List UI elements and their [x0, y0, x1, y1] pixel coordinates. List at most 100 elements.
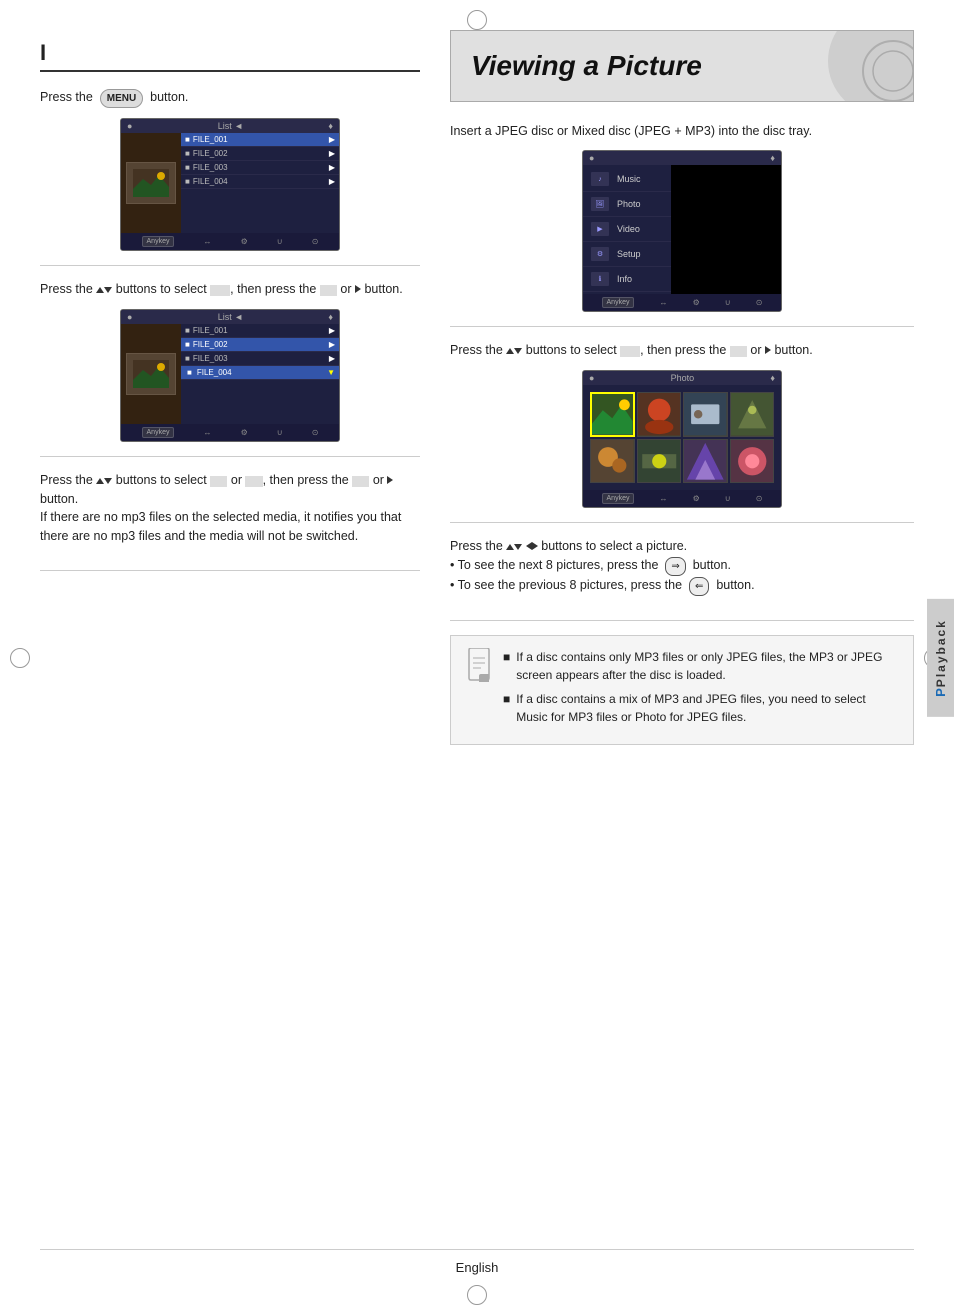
- next-btn: ⇒: [665, 557, 685, 576]
- screen1-file1: ■FILE_001 ▶: [181, 133, 339, 147]
- photo-cell-2: [637, 392, 682, 437]
- cat-item3-icon: ▶: [591, 222, 609, 236]
- photo-cell-8: [730, 439, 775, 484]
- screen2-sym1: ↔: [204, 428, 212, 437]
- cat-item-music: ♪ Music: [583, 167, 671, 192]
- right-arrow: [355, 285, 361, 293]
- rs1-sym3: ∪: [725, 298, 731, 307]
- right-header-box: Viewing a Picture: [450, 30, 914, 102]
- screen2-thumbnail: [126, 353, 176, 395]
- note-text-1: If a disc contains only MP3 files or onl…: [516, 648, 899, 684]
- screen2-file4: ■FILE_004 ▼: [181, 366, 339, 380]
- right-screen1: ● ♦ ♪ Music 🖼 Photo: [582, 150, 782, 312]
- rs2-arrow: ♦: [770, 373, 775, 383]
- screen1-file4: ■FILE_004 ▶: [181, 175, 339, 189]
- rs2-sym2: ⚙: [693, 494, 700, 503]
- sel3-placeholder: [245, 476, 262, 487]
- screen2-topbar: ● List ◄ ♦: [121, 310, 339, 324]
- rs2-icon: ●: [589, 373, 594, 383]
- right-arrow2: [387, 476, 393, 484]
- screen2-arrow: ♦: [328, 312, 333, 322]
- rs1-btn-anykey: Anykey: [602, 297, 635, 308]
- section-heading: I: [40, 40, 420, 72]
- screen1-icon: ●: [127, 121, 132, 131]
- playback-tab-label: Playback: [934, 619, 948, 687]
- left-screen2: ● List ◄ ♦: [120, 309, 340, 442]
- header-decoration: [803, 30, 914, 102]
- sel2-placeholder: [210, 476, 227, 487]
- playback-tab: PPlayback: [927, 599, 954, 717]
- up-arrow: [96, 287, 104, 293]
- cat-item4-icon: ⚙: [591, 247, 609, 261]
- reg-mark-left: [10, 648, 30, 668]
- down-arrow2: [104, 478, 112, 484]
- prev-btn: ⇐: [689, 577, 709, 596]
- right-screen2-grid: [583, 385, 781, 490]
- down-arrow: [104, 287, 112, 293]
- photo-cell-4: [730, 392, 775, 437]
- cat-item3-label: Video: [617, 224, 640, 234]
- rs2-list-label: Photo: [671, 373, 695, 383]
- left-step1-text: Press the MENU button.: [40, 88, 420, 108]
- right-step2-text: Press the buttons to select , then press…: [450, 341, 914, 360]
- screen1-sym1: ↔: [204, 237, 212, 246]
- screen2-file3: ■FILE_003 ▶: [181, 352, 339, 366]
- screen2-sym3: ∪: [277, 428, 283, 437]
- cat-photo-icon: 🖼: [591, 197, 609, 211]
- r2-btn-placeholder: [730, 346, 747, 357]
- left-step1: Press the MENU button. ● List ◄ ♦: [40, 88, 420, 266]
- right-r3: [532, 542, 538, 550]
- cat-item4-label: Setup: [617, 249, 641, 259]
- right-screen2: ● Photo ♦: [582, 370, 782, 508]
- right-step2: Press the buttons to select , then press…: [450, 341, 914, 523]
- left-step1-button: MENU: [100, 89, 143, 108]
- up-r3: [506, 544, 514, 550]
- photo-cell-6: [637, 439, 682, 484]
- right-arrow-r2: [765, 346, 771, 354]
- button-placeholder: [320, 285, 337, 296]
- note-item-2: ■ If a disc contains a mix of MP3 and JP…: [503, 690, 899, 726]
- left-screen1: ● List ◄ ♦: [120, 118, 340, 251]
- rs2-btn-anykey: Anykey: [602, 493, 635, 504]
- r2-sel-placeholder: [620, 346, 640, 357]
- right-screen1-bottombar: Anykey ↔ ⚙ ∪ ⊙: [583, 294, 781, 311]
- rs1-sym2: ⚙: [693, 298, 700, 307]
- up-arrow-r2: [506, 348, 514, 354]
- cat-item-3: ▶ Video: [583, 217, 671, 242]
- cat-item-4: ⚙ Setup: [583, 242, 671, 267]
- cat-item5-icon: ℹ: [591, 272, 609, 286]
- screen2-btn-anykey: Anykey: [142, 427, 175, 438]
- screen1-sym4: ⊙: [312, 237, 319, 246]
- screen1-file3: ■FILE_003 ▶: [181, 161, 339, 175]
- screen1-btn-anykey: Anykey: [142, 236, 175, 247]
- photo-cell-3: [683, 392, 728, 437]
- photo-cell-7: [683, 439, 728, 484]
- rs1-sym4: ⊙: [756, 298, 763, 307]
- screen1-content: ■FILE_001 ▶ ■FILE_002 ▶ ■FILE_003 ▶: [121, 133, 339, 233]
- up-arrow2: [96, 478, 104, 484]
- screen1-topbar: ● List ◄ ♦: [121, 119, 339, 133]
- right-screen1-content: ♪ Music 🖼 Photo ▶ Video: [583, 165, 781, 294]
- selection-placeholder: [210, 285, 230, 296]
- screen2-file1: ■FILE_001 ▶: [181, 324, 339, 338]
- note-bullet-2: ■: [503, 690, 510, 726]
- screen2-bottombar: Anykey ↔ ⚙ ∪ ⊙: [121, 424, 339, 441]
- left-step3: Press the buttons to select or , then pr…: [40, 471, 420, 571]
- cat-item-photo: 🖼 Photo: [583, 192, 671, 217]
- rs1-arrow: ♦: [770, 153, 775, 163]
- right-step3: Press the buttons to select a picture. •…: [450, 537, 914, 621]
- btn2-placeholder: [352, 476, 369, 487]
- page-container: PPlayback I Press the MENU button. ● Lis…: [0, 0, 954, 1315]
- screen1-bottombar: Anykey ↔ ⚙ ∪ ⊙: [121, 233, 339, 250]
- rs2-sym3: ∪: [725, 494, 731, 503]
- right-screen2-bottombar: Anykey ↔ ⚙ ∪ ⊙: [583, 490, 781, 507]
- screen2-content: ■FILE_001 ▶ ■FILE_002 ▶ ■FILE_003 ▶: [121, 324, 339, 424]
- right-step1: Insert a JPEG disc or Mixed disc (JPEG +…: [450, 122, 914, 328]
- note-content: ■ If a disc contains only MP3 files or o…: [503, 648, 899, 732]
- cat-music-icon: ♪: [591, 172, 609, 186]
- screen2-sym4: ⊙: [312, 428, 319, 437]
- left-column: I Press the MENU button. ● List ◄ ♦: [40, 30, 420, 1229]
- playback-tab-p: P: [933, 687, 948, 697]
- screen1-arrow: ♦: [328, 121, 333, 131]
- screen2-sym2: ⚙: [241, 428, 248, 437]
